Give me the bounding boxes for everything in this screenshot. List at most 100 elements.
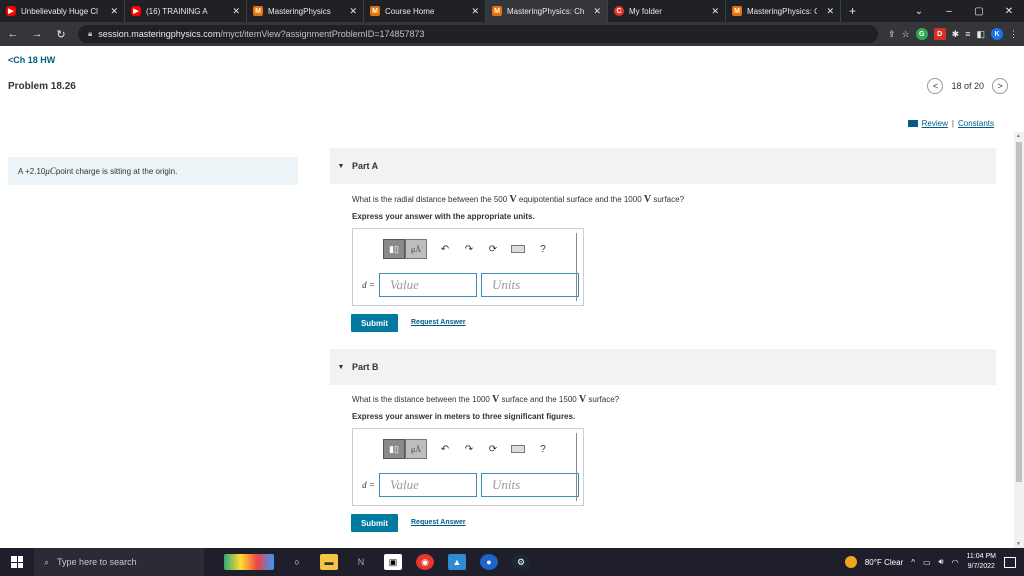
request-answer-link[interactable]: Request Answer	[411, 519, 466, 526]
clock-time: 11:04 PM	[966, 553, 996, 560]
page-title: Problem 18.26	[8, 81, 76, 92]
address-bar: ← → ↻ 🔒︎ session.masteringphysics.com/my…	[0, 22, 1024, 46]
constants-link[interactable]: Constants	[958, 119, 994, 128]
volume-icon[interactable]: 🔊︎	[939, 557, 944, 567]
previous-problem-button[interactable]: <	[927, 78, 944, 94]
browser-tab[interactable]: C My folder ✕	[608, 0, 726, 22]
grammarly-extension-icon[interactable]: G	[915, 28, 928, 40]
system-tray: 80°F Clear ^ ▭ 🔊︎ ◠ 11:04 PM 9/7/2022	[844, 548, 1024, 576]
keyboard-icon[interactable]	[511, 445, 525, 453]
mu-angstrom-icon[interactable]: μÅ	[405, 439, 427, 459]
back-icon[interactable]: ←	[6, 28, 20, 40]
browser-tab[interactable]: M MasteringPhysics: Ch ✕	[726, 0, 841, 22]
close-icon[interactable]: ✕	[593, 6, 601, 17]
breadcrumb[interactable]: <Ch 18 HW	[8, 55, 55, 65]
value-input[interactable]: Value	[379, 273, 477, 297]
part-a-answer-box: ▮▯ μÅ ↶ ↷ ⟳ ? d = Value Units	[352, 228, 584, 306]
taskbar-search-input[interactable]: ⌕ Type here to search	[34, 548, 204, 576]
cortana-icon[interactable]: ○	[288, 554, 306, 570]
answer-row: d = Value Units	[359, 473, 579, 497]
problem-intro: A +2.10 μC point charge is sitting at th…	[8, 157, 298, 185]
battery-icon[interactable]: ▭	[923, 558, 931, 567]
mu-angstrom-icon[interactable]: μÅ	[405, 239, 427, 259]
help-icon[interactable]: ?	[537, 444, 549, 455]
collapse-triangle-icon: ▼	[337, 363, 345, 371]
chevron-up-icon[interactable]: ^	[911, 558, 915, 567]
reload-icon[interactable]: ↻	[54, 28, 68, 41]
app-icon[interactable]: ▣	[384, 554, 402, 570]
close-icon[interactable]: ✕	[110, 6, 118, 17]
close-icon[interactable]: ✕	[826, 6, 834, 17]
clock-date: 9/7/2022	[967, 563, 995, 570]
side-panel-icon[interactable]: ◧	[976, 29, 985, 40]
minimize-button[interactable]: –	[934, 6, 964, 17]
forward-icon[interactable]: →	[30, 28, 44, 40]
close-icon[interactable]: ✕	[711, 6, 719, 17]
steam-icon[interactable]: ⚙	[512, 554, 530, 570]
review-link[interactable]: Review	[922, 119, 948, 128]
undo-icon[interactable]: ↶	[439, 444, 451, 455]
close-icon[interactable]: ✕	[471, 6, 479, 17]
file-explorer-icon[interactable]: ▬	[320, 554, 338, 570]
redo-icon[interactable]: ↷	[463, 244, 475, 255]
profile-avatar[interactable]: K	[991, 28, 1003, 40]
close-icon[interactable]: ✕	[349, 6, 357, 17]
notion-icon[interactable]: N	[352, 554, 370, 570]
menu-kebab-icon[interactable]: ⋮	[1009, 29, 1018, 40]
part-b-header[interactable]: ▼ Part B	[330, 349, 996, 385]
notification-icon[interactable]	[1004, 556, 1016, 568]
browser-tab-active[interactable]: M MasteringPhysics: Ch ✕	[486, 0, 608, 22]
browser-tab[interactable]: M Course Home ✕	[364, 0, 486, 22]
request-answer-link[interactable]: Request Answer	[411, 319, 466, 326]
reset-icon[interactable]: ⟳	[487, 444, 499, 455]
answer-row: d = Value Units	[359, 273, 579, 297]
youtube-icon: ▶	[131, 6, 141, 16]
value-input[interactable]: Value	[379, 473, 477, 497]
url-input[interactable]: 🔒︎ session.masteringphysics.com/myct/ite…	[78, 25, 878, 43]
keyboard-icon[interactable]	[511, 245, 525, 253]
maximize-button[interactable]: ▢	[964, 6, 994, 17]
tab-search-icon[interactable]: ⌄	[904, 6, 934, 17]
units-input[interactable]: Units	[481, 273, 579, 297]
scrollbar-thumb[interactable]	[1016, 142, 1022, 482]
redo-icon[interactable]: ↷	[463, 444, 475, 455]
search-highlight-icon[interactable]	[224, 554, 274, 570]
scroll-down-icon[interactable]: ▼	[1016, 541, 1021, 547]
share-icon[interactable]: ⇪	[888, 29, 896, 40]
close-window-button[interactable]: ✕	[994, 6, 1024, 17]
scrollbar[interactable]: ▲ ▼	[1014, 132, 1024, 548]
units-input[interactable]: Units	[481, 473, 579, 497]
taskbar-clock[interactable]: 11:04 PM 9/7/2022	[967, 552, 996, 572]
part-a-header[interactable]: ▼ Part A	[330, 148, 996, 184]
help-icon[interactable]: ?	[537, 244, 549, 255]
reading-list-icon[interactable]: ≡	[965, 29, 970, 39]
weather-text[interactable]: 80°F Clear	[865, 558, 903, 567]
start-button[interactable]	[0, 548, 34, 576]
submit-button[interactable]: Submit	[351, 314, 398, 332]
extension-icon[interactable]: D	[933, 28, 946, 40]
photos-icon[interactable]: ▲	[448, 554, 466, 570]
next-problem-button[interactable]: >	[992, 78, 1008, 94]
chrome-icon[interactable]: ◉	[416, 554, 434, 570]
scroll-up-icon[interactable]: ▲	[1016, 133, 1021, 139]
submit-button[interactable]: Submit	[351, 514, 398, 532]
browser-tab[interactable]: M MasteringPhysics ✕	[247, 0, 364, 22]
variable-label: d =	[362, 280, 375, 290]
app-icon[interactable]: ●	[480, 554, 498, 570]
close-icon[interactable]: ✕	[232, 6, 240, 17]
search-placeholder: Type here to search	[57, 557, 137, 567]
extensions-puzzle-icon[interactable]: ✱	[952, 29, 960, 40]
lock-icon: 🔒︎	[88, 29, 93, 38]
math-toolbar: ▮▯ μÅ ↶ ↷ ⟳ ?	[383, 239, 549, 259]
templates-button[interactable]: ▮▯ μÅ	[383, 239, 427, 259]
bookmark-star-icon[interactable]: ☆	[902, 29, 910, 40]
reset-icon[interactable]: ⟳	[487, 244, 499, 255]
toolbar-actions: ⇪ ☆ G D ✱ ≡ ◧ K ⋮	[888, 28, 1018, 40]
wifi-icon[interactable]: ◠	[952, 558, 959, 567]
browser-tab[interactable]: ▶ Unbelievably Huge Cl ✕	[0, 0, 125, 22]
new-tab-button[interactable]: +	[841, 0, 864, 22]
templates-button[interactable]: ▮▯ μÅ	[383, 439, 427, 459]
tab-title: My folder	[629, 6, 662, 16]
browser-tab[interactable]: ▶ (16) TRAINING A ✕	[125, 0, 247, 22]
undo-icon[interactable]: ↶	[439, 244, 451, 255]
